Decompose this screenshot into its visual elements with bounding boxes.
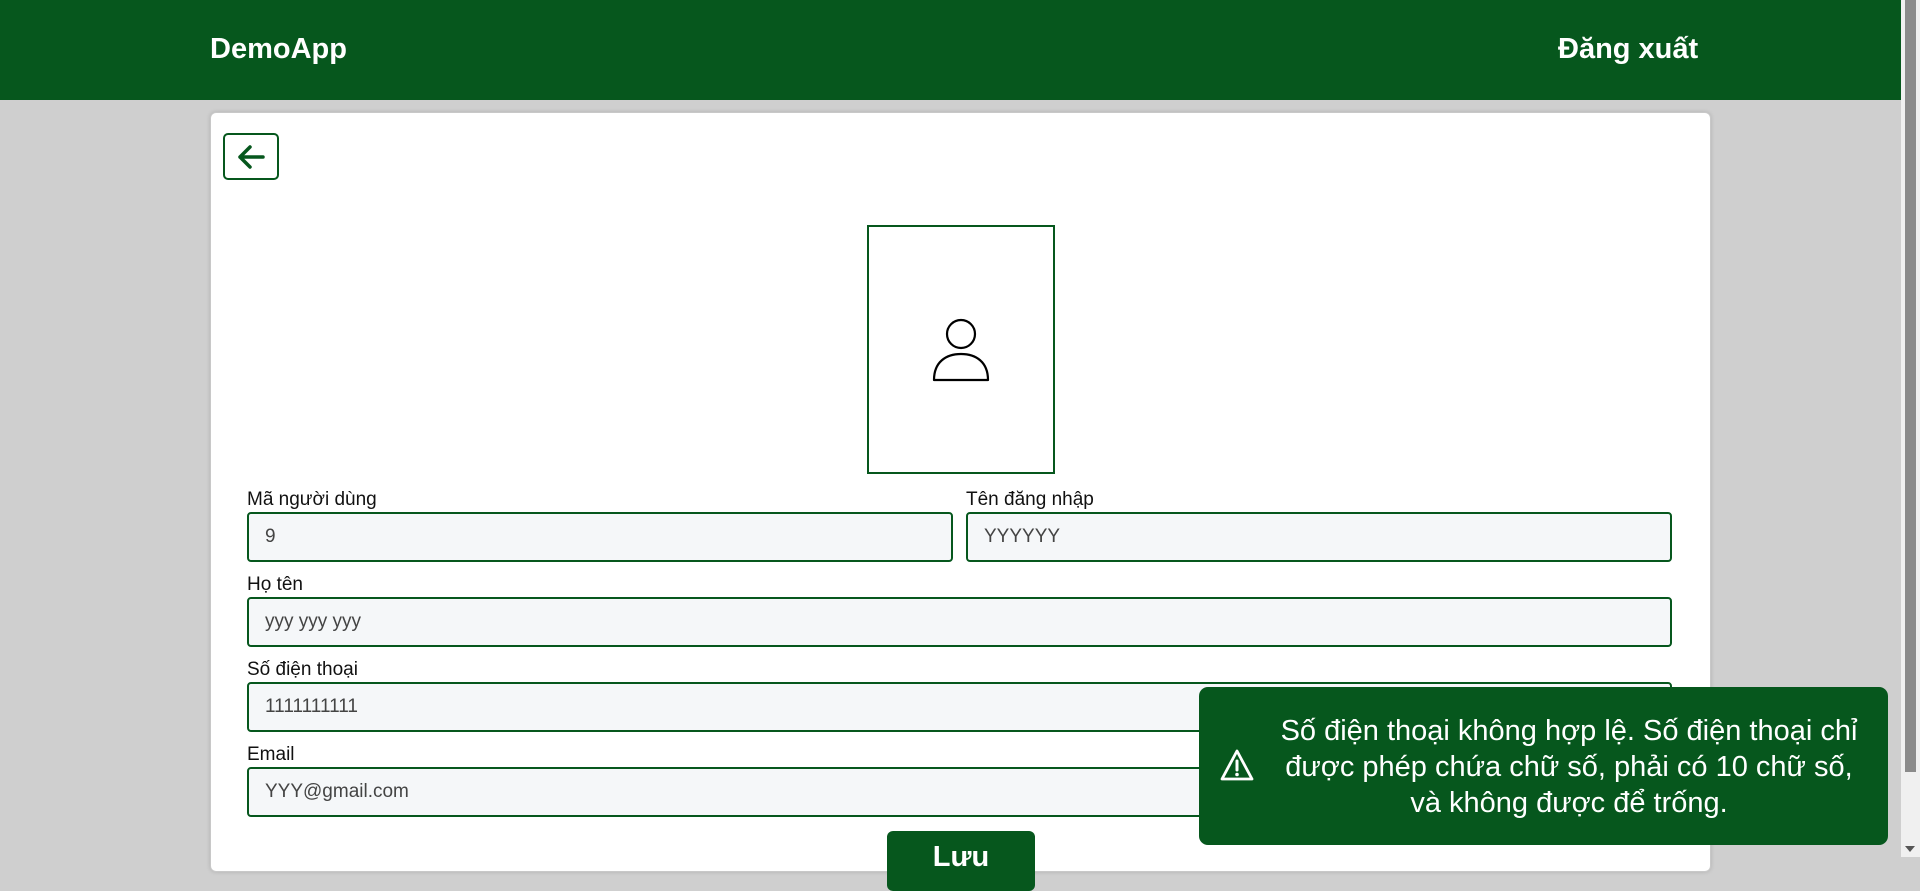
- phone-label: Số điện thoại: [247, 659, 358, 680]
- top-navbar: DemoApp Đăng xuất: [0, 0, 1901, 100]
- app-brand[interactable]: DemoApp: [210, 33, 347, 66]
- full-name-label: Họ tên: [247, 574, 303, 595]
- user-id-label: Mã người dùng: [247, 489, 377, 510]
- scrollbar-thumb[interactable]: [1905, 0, 1916, 772]
- page-scrollbar[interactable]: [1901, 0, 1920, 857]
- logout-link[interactable]: Đăng xuất: [1558, 33, 1698, 66]
- toast-message: Số điện thoại không hợp lệ. Số điện thoạ…: [1280, 715, 1858, 819]
- warning-icon: [1220, 749, 1254, 781]
- scroll-down-arrow-icon[interactable]: [1905, 846, 1915, 852]
- full-name-field[interactable]: yyy yyy yyy: [247, 597, 1672, 647]
- save-button[interactable]: Lưu: [887, 831, 1035, 891]
- avatar-upload[interactable]: [867, 225, 1055, 474]
- email-label: Email: [247, 744, 295, 765]
- error-toast[interactable]: Số điện thoại không hợp lệ. Số điện thoạ…: [1199, 687, 1888, 845]
- user-icon: [932, 318, 990, 381]
- username-label: Tên đăng nhập: [966, 489, 1094, 510]
- user-id-field[interactable]: 9: [247, 512, 953, 562]
- arrow-left-icon: [238, 144, 265, 169]
- back-button[interactable]: [223, 133, 279, 180]
- username-field[interactable]: YYYYYY: [966, 512, 1672, 562]
